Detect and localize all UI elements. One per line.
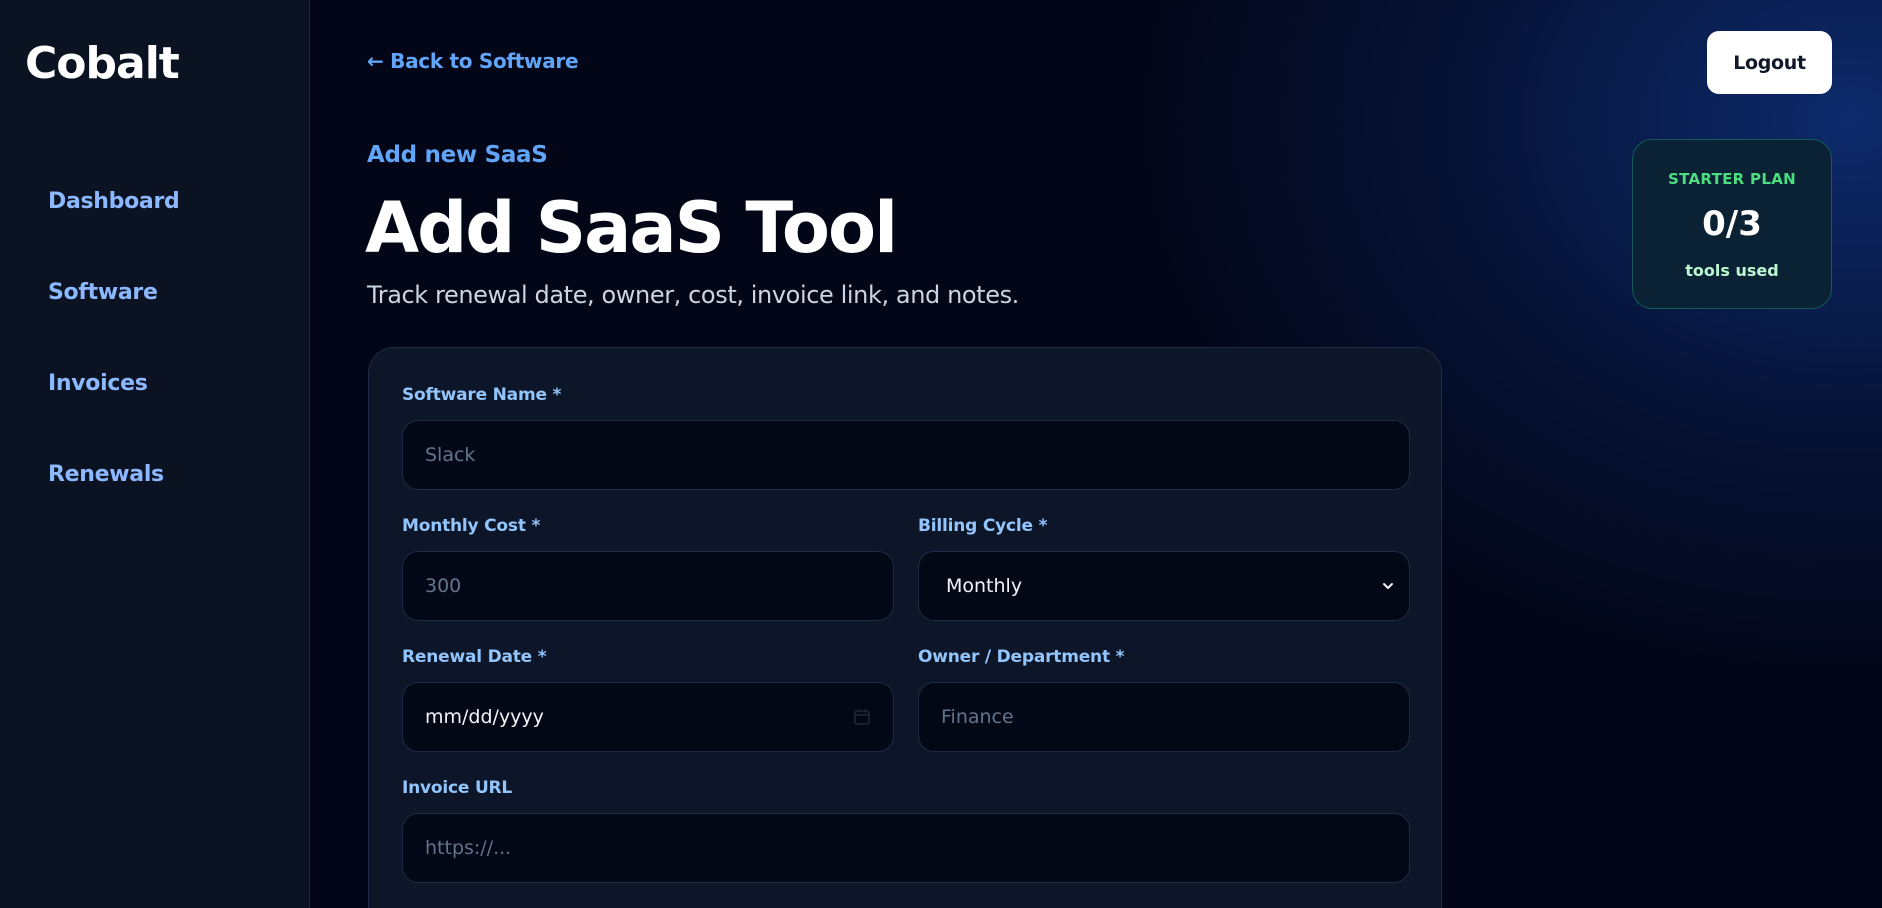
plan-usage-card: STARTER PLAN 0/3 tools used (1632, 139, 1832, 309)
owner-label: Owner / Department * (918, 647, 1125, 667)
renewal-date-input[interactable]: mm/dd/yyyy (402, 682, 894, 752)
invoice-url-label: Invoice URL (402, 778, 513, 798)
plan-name: STARTER PLAN (1668, 170, 1796, 188)
renewal-date-label: Renewal Date * (402, 647, 547, 667)
calendar-icon[interactable] (853, 708, 871, 726)
page-eyebrow: Add new SaaS (367, 142, 548, 168)
sidebar-item-software[interactable]: Software (48, 280, 158, 305)
renewal-date-value: mm/dd/yyyy (425, 706, 544, 728)
sidebar: Cobalt Dashboard Software Invoices Renew… (0, 0, 310, 908)
sidebar-item-invoices[interactable]: Invoices (48, 371, 148, 396)
add-tool-form: Software Name * Monthly Cost * Billing C… (368, 347, 1442, 908)
billing-cycle-label: Billing Cycle * (918, 516, 1048, 536)
app-root: Cobalt Dashboard Software Invoices Renew… (0, 0, 1882, 908)
monthly-cost-input[interactable] (402, 551, 894, 621)
sidebar-item-renewals[interactable]: Renewals (48, 462, 164, 487)
owner-input[interactable] (918, 682, 1410, 752)
chevron-down-icon (1383, 583, 1393, 589)
logout-button[interactable]: Logout (1707, 31, 1832, 94)
back-to-software-link[interactable]: ← Back to Software (367, 49, 579, 73)
plan-usage-label: tools used (1685, 261, 1779, 280)
software-name-label: Software Name * (402, 385, 562, 405)
software-name-input[interactable] (402, 420, 1410, 490)
brand-logo[interactable]: Cobalt (25, 38, 180, 89)
billing-cycle-select[interactable]: Monthly (918, 551, 1410, 621)
billing-cycle-value: Monthly (946, 575, 1023, 597)
monthly-cost-label: Monthly Cost * (402, 516, 541, 536)
plan-usage-count: 0/3 (1702, 204, 1762, 244)
page-title: Add SaaS Tool (365, 187, 898, 269)
page-subtitle: Track renewal date, owner, cost, invoice… (367, 281, 1019, 309)
sidebar-item-dashboard[interactable]: Dashboard (48, 189, 180, 214)
invoice-url-input[interactable] (402, 813, 1410, 883)
